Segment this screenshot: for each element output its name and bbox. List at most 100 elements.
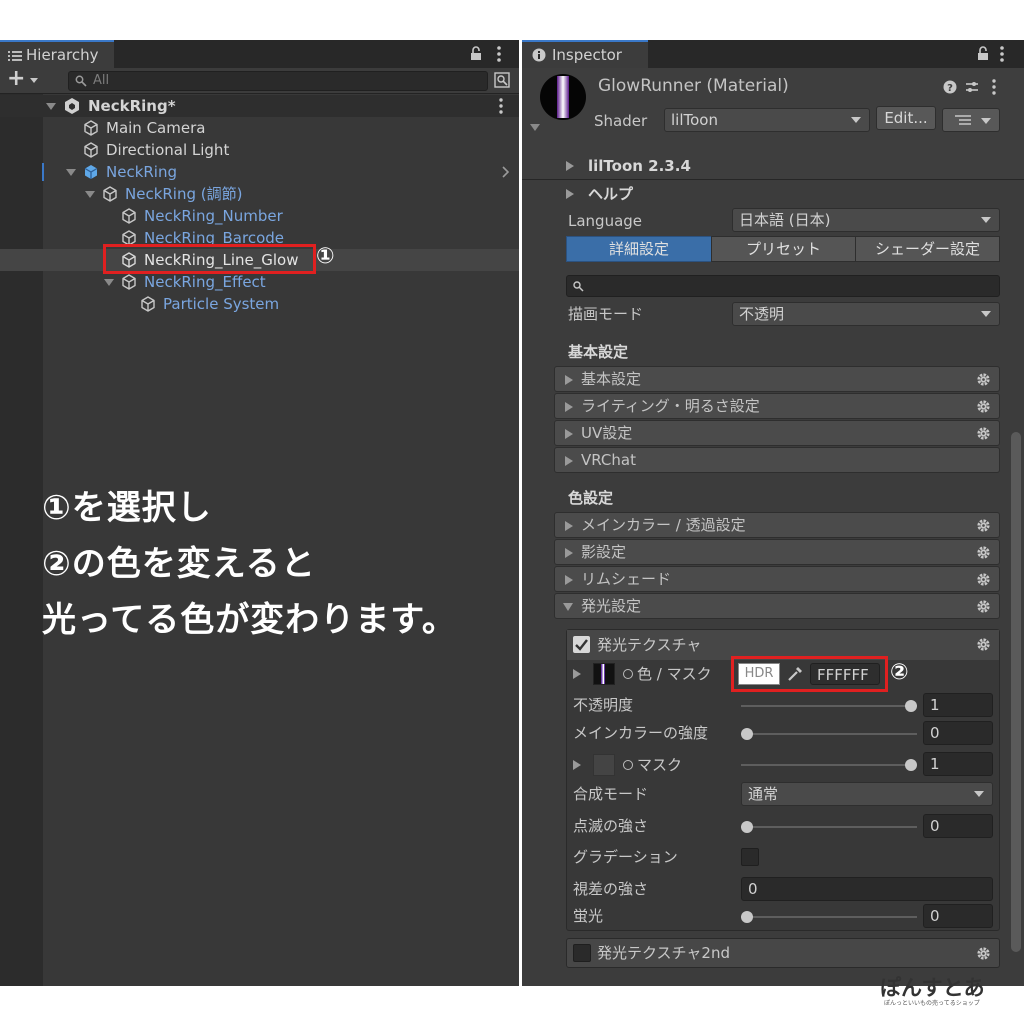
add-button[interactable]: + (7, 66, 25, 91)
scene-visibility-icon[interactable] (494, 72, 510, 88)
help-icon[interactable]: ? (943, 80, 957, 94)
gameobject-cube-icon (120, 207, 138, 225)
section-basic-settings[interactable]: 基本設定 (554, 366, 1000, 392)
scene-menu-icon[interactable] (499, 98, 503, 114)
hierarchy-item-neckring[interactable]: NeckRing (0, 161, 519, 183)
gradation-checkbox[interactable] (741, 848, 759, 866)
section-shadow[interactable]: 影設定 (554, 539, 1000, 565)
chevron-right-icon[interactable] (502, 166, 510, 178)
opacity-slider[interactable] (741, 705, 917, 707)
expand-arrow-icon[interactable] (566, 189, 574, 199)
hierarchy-item-neckring-number[interactable]: NeckRing_Number (0, 205, 519, 227)
expand-arrow-icon (565, 375, 573, 385)
more-options-icon[interactable] (1000, 46, 1004, 62)
hierarchy-item-neckring-effect[interactable]: NeckRing_Effect (0, 271, 519, 293)
opacity-label: 不透明度 (573, 696, 634, 714)
expand-arrow-icon[interactable] (46, 103, 56, 110)
gear-icon[interactable] (976, 518, 991, 533)
more-options-icon[interactable] (497, 46, 501, 62)
mask-slider[interactable] (741, 764, 917, 766)
help-foldout[interactable]: ヘルプ (588, 183, 633, 205)
language-dropdown[interactable]: 日本語 (日本) (732, 208, 1000, 232)
watermark-subtitle: ぽんっといいもの売ってるショップ (884, 1000, 980, 1007)
section-emission[interactable]: 発光設定 (554, 593, 1000, 619)
gear-icon[interactable] (976, 545, 991, 560)
emission-texture-slot[interactable] (593, 663, 615, 685)
expand-arrow-icon[interactable] (104, 279, 114, 286)
liltoon-version[interactable]: lilToon 2.3.4 (588, 155, 691, 177)
render-mode-dropdown[interactable]: 不透明 (732, 302, 1000, 326)
fluorescence-slider[interactable] (741, 916, 917, 918)
inspector-scrollbar[interactable] (1011, 432, 1021, 952)
inspector-search-input[interactable] (566, 275, 1000, 297)
context-menu-icon[interactable] (992, 79, 996, 95)
scene-name: NeckRing* (88, 97, 176, 115)
hierarchy-item-neckring-adjust[interactable]: NeckRing (調節) (0, 183, 519, 205)
hierarchy-item-label: NeckRing (調節) (125, 185, 243, 203)
emission-2nd-checkbox[interactable] (573, 944, 591, 962)
section-main-color[interactable]: メインカラー / 透過設定 (554, 512, 1000, 538)
hierarchy-search-input[interactable]: All (68, 71, 488, 91)
section-vrchat[interactable]: VRChat (554, 447, 1000, 473)
gear-icon[interactable] (976, 426, 991, 441)
section-lighting[interactable]: ライティング・明るさ設定 (554, 393, 1000, 419)
mask-value[interactable]: 1 (923, 752, 993, 776)
parallax-strength-value[interactable]: 0 (741, 877, 993, 901)
blink-strength-slider[interactable] (741, 826, 917, 828)
hierarchy-tab[interactable]: Hierarchy (0, 40, 114, 68)
annotation-box-2 (731, 656, 888, 692)
fluorescence-value[interactable]: 0 (923, 904, 993, 928)
render-mode-label: 描画モード (568, 305, 644, 323)
hierarchy-item-directional-light[interactable]: Directional Light (0, 139, 519, 161)
mask-slider-knob[interactable] (905, 759, 917, 771)
annotation-box-1 (103, 244, 316, 274)
preset-icon[interactable] (965, 80, 979, 94)
shader-dropdown[interactable]: lilToon (664, 108, 870, 132)
section-uv[interactable]: UV設定 (554, 420, 1000, 446)
emission-enable-checkbox[interactable] (573, 636, 590, 653)
hierarchy-item-main-camera[interactable]: Main Camera (0, 117, 519, 139)
blink-strength-knob[interactable] (741, 821, 753, 833)
hierarchy-toolbar: + All (0, 66, 519, 94)
expand-arrow-icon[interactable] (85, 191, 95, 198)
shader-options-button[interactable] (942, 108, 1000, 132)
object-picker-icon[interactable] (623, 760, 633, 770)
tab-shader-settings[interactable]: シェーダー設定 (855, 236, 1000, 262)
expand-arrow-icon[interactable] (573, 669, 581, 679)
object-picker-icon[interactable] (623, 669, 633, 679)
instruction-line-1: ①を選択し (42, 488, 212, 528)
scene-row[interactable]: NeckRing* (0, 95, 519, 117)
mask-texture-slot[interactable] (593, 754, 615, 776)
lock-icon[interactable] (470, 46, 482, 61)
expand-arrow-icon[interactable] (66, 169, 76, 176)
blend-mode-label: 合成モード (573, 785, 649, 803)
section-rim-shade[interactable]: リムシェード (554, 566, 1000, 592)
expand-arrow-icon[interactable] (566, 161, 574, 171)
gear-icon[interactable] (976, 599, 991, 614)
gear-icon[interactable] (976, 946, 991, 961)
expand-arrow-icon[interactable] (573, 760, 581, 770)
gear-icon[interactable] (976, 637, 991, 652)
blend-mode-dropdown[interactable]: 通常 (741, 782, 993, 806)
gear-icon[interactable] (976, 399, 991, 414)
expand-arrow-icon (565, 548, 573, 558)
main-color-strength-slider[interactable] (741, 733, 917, 735)
gear-icon[interactable] (976, 372, 991, 387)
emission-texture-2nd-header[interactable]: 発光テクスチャ2nd (566, 938, 1000, 968)
opacity-slider-knob[interactable] (905, 700, 917, 712)
main-color-strength-value[interactable]: 0 (923, 721, 993, 745)
tab-presets[interactable]: プリセット (711, 236, 856, 262)
dropdown-caret-icon (981, 311, 991, 317)
main-color-strength-knob[interactable] (741, 728, 753, 740)
lock-icon[interactable] (977, 46, 989, 61)
gear-icon[interactable] (976, 572, 991, 587)
hierarchy-item-particle-system[interactable]: Particle System (0, 293, 519, 315)
inspector-tab[interactable]: Inspector (522, 40, 648, 68)
collapse-arrow-icon[interactable] (530, 124, 540, 131)
edit-shader-button[interactable]: Edit... (876, 106, 936, 130)
blink-strength-value[interactable]: 0 (923, 814, 993, 838)
opacity-value[interactable]: 1 (923, 693, 993, 717)
fluorescence-knob[interactable] (741, 911, 753, 923)
add-dropdown-icon[interactable] (30, 78, 38, 83)
tab-advanced-settings[interactable]: 詳細設定 (566, 236, 712, 262)
